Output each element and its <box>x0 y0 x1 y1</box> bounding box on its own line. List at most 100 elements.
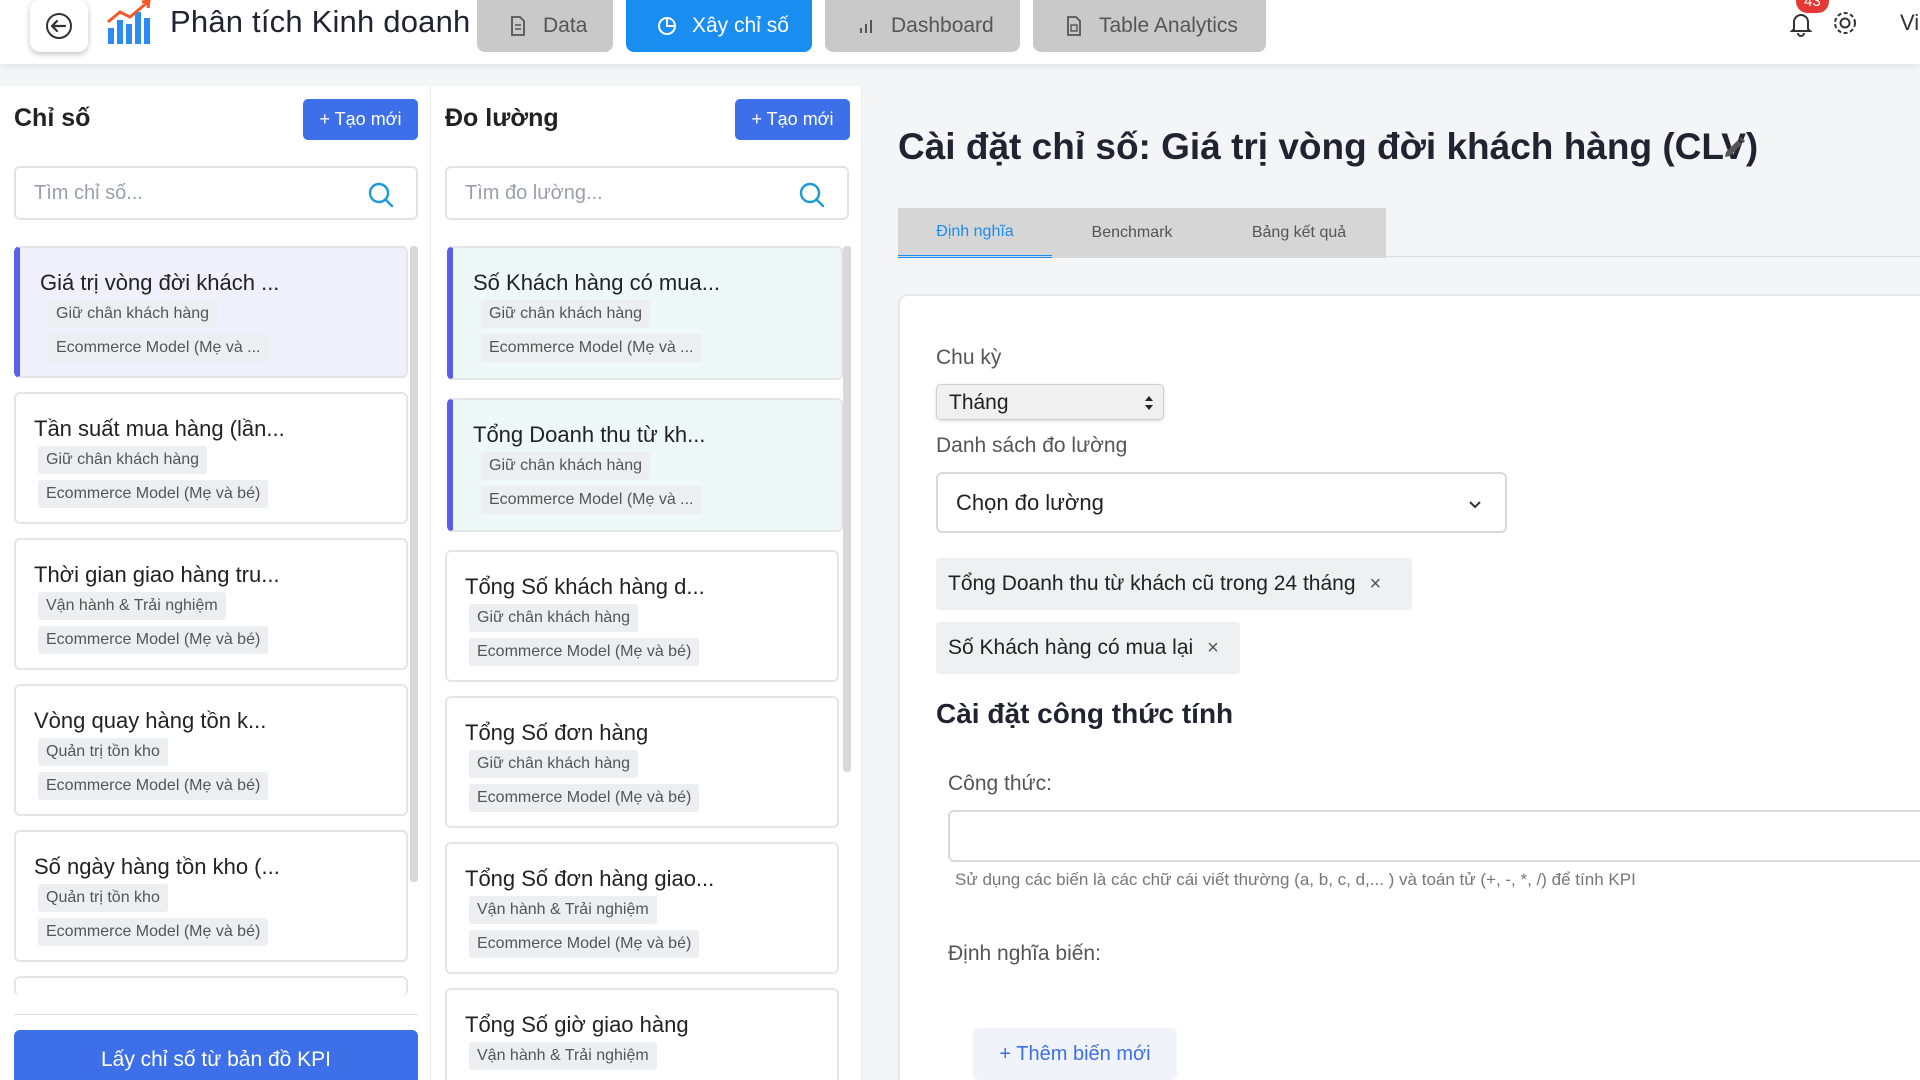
formula-input[interactable] <box>948 810 1920 862</box>
page-title: Cài đặt chỉ số: Giá trị vòng đời khách h… <box>898 126 1759 167</box>
bar-chart-icon <box>860 20 872 33</box>
top-bar: Phân tích Kinh doanh Data Xây chỉ số Das… <box>0 0 1920 64</box>
tab-results-table[interactable]: Bảng kết quả <box>1212 208 1386 258</box>
metric-card[interactable]: Số ngày hàng tồn kho (... Quản trị tồn k… <box>14 830 408 962</box>
measure-card-title: Tổng Doanh thu từ kh... <box>473 422 706 447</box>
app-title: Phân tích Kinh doanh <box>170 4 471 39</box>
chip-label: Tổng Doanh thu từ khách cũ trong 24 thán… <box>948 572 1356 595</box>
measure-card[interactable]: Tổng Số giờ giao hàng Vận hành & Trải ng… <box>445 988 839 1080</box>
metric-card-partial[interactable] <box>14 976 408 996</box>
metric-card[interactable]: Vòng quay hàng tồn k... Quản trị tồn kho… <box>14 684 408 816</box>
measure-card-category: Giữ chân khách hàng <box>469 750 639 778</box>
tab-build-metric[interactable]: Xây chỉ số <box>626 0 812 52</box>
measures-column: Đo lường + Tạo mới Tìm đo lường... Số Kh… <box>430 86 862 1080</box>
tab-definition[interactable]: Định nghĩa <box>898 208 1052 258</box>
formula-label: Công thức: <box>948 772 1052 795</box>
tab-dashboard-label: Dashboard <box>891 14 994 37</box>
gear-icon[interactable] <box>1830 8 1860 38</box>
back-arrow-icon <box>46 13 72 39</box>
analytics-logo-icon <box>107 0 151 44</box>
measure-card-category: Vận hành & Trải nghiệm <box>469 896 657 924</box>
cycle-select-value: Tháng <box>949 391 1009 414</box>
measure-card-model: Ecommerce Model (Mẹ và bé) <box>469 930 700 958</box>
get-from-kpi-map-button[interactable]: Lấy chỉ số từ bản đồ KPI <box>14 1030 418 1080</box>
tabs-divider <box>898 256 1920 257</box>
metric-card-title: Số ngày hàng tồn kho (... <box>34 854 280 879</box>
search-icon[interactable] <box>366 180 396 210</box>
measure-select-placeholder: Chọn đo lường <box>956 490 1104 515</box>
metrics-column: Chỉ số + Tạo mới Tìm chỉ số... Giá trị v… <box>0 86 430 1080</box>
cycle-select[interactable]: Tháng <box>936 384 1164 420</box>
metric-card-title: Giá trị vòng đời khách ... <box>40 270 280 295</box>
measure-card-title: Tổng Số đơn hàng giao... <box>465 866 715 891</box>
measure-card-model: Ecommerce Model (Mẹ và ... <box>481 334 702 362</box>
metric-card-model: Ecommerce Model (Mẹ và bé) <box>38 772 269 800</box>
variables-label: Định nghĩa biến: <box>948 942 1101 965</box>
measure-card-category: Giữ chân khách hàng <box>481 300 651 328</box>
metrics-title: Chỉ số <box>14 104 91 132</box>
tab-data-label: Data <box>543 14 588 37</box>
divider <box>14 1014 418 1015</box>
measure-card-category: Giữ chân khách hàng <box>469 604 639 632</box>
measure-card-title: Tổng Số khách hàng d... <box>465 574 705 599</box>
metric-card[interactable]: Tần suất mua hàng (lần... Giữ chân khách… <box>14 392 408 524</box>
chip-label: Số Khách hàng có mua lại <box>948 636 1194 659</box>
spreadsheet-icon <box>1067 16 1081 36</box>
metric-card-category: Giữ chân khách hàng <box>38 446 208 474</box>
measure-list-label: Danh sách đo lường <box>936 434 1128 457</box>
metric-search-placeholder: Tìm chỉ số... <box>34 182 143 204</box>
tab-table-analytics[interactable]: Table Analytics <box>1033 0 1266 52</box>
measure-search-input[interactable]: Tìm đo lường... <box>445 166 849 220</box>
metric-card-category: Vận hành & Trải nghiệm <box>38 592 226 620</box>
measures-scrollbar[interactable] <box>843 246 851 772</box>
pie-chart-icon <box>658 17 676 35</box>
measure-card-model: Ecommerce Model (Mẹ và bé) <box>469 784 700 812</box>
metric-card-category: Quản trị tồn kho <box>38 738 168 766</box>
measure-select-dropdown[interactable]: Chọn đo lường <box>936 472 1507 533</box>
measure-card-category: Vận hành & Trải nghiệm <box>469 1042 657 1070</box>
metric-card-title: Tần suất mua hàng (lần... <box>34 416 285 441</box>
metric-card-selected[interactable]: Giá trị vòng đời khách ... Giữ chân khác… <box>14 246 408 378</box>
measure-card-title: Tổng Số giờ giao hàng <box>465 1012 689 1037</box>
metric-card-title: Vòng quay hàng tồn k... <box>34 708 267 733</box>
add-variable-button[interactable]: + Thêm biến mới <box>973 1028 1177 1080</box>
new-measure-button[interactable]: + Tạo mới <box>735 99 850 140</box>
metric-card[interactable]: Thời gian giao hàng tru... Vận hành & Tr… <box>14 538 408 670</box>
notification-badge: 43 <box>1796 0 1829 13</box>
measure-card[interactable]: Tổng Số đơn hàng giao... Vận hành & Trải… <box>445 842 839 974</box>
edit-pencil-icon[interactable] <box>1720 134 1748 162</box>
tab-dashboard[interactable]: Dashboard <box>825 0 1020 52</box>
tab-build-metric-label: Xây chỉ số <box>692 14 789 37</box>
chevron-down-icon <box>1469 501 1481 509</box>
metric-card-model: Ecommerce Model (Mẹ và bé) <box>38 918 269 946</box>
tab-table-analytics-label: Table Analytics <box>1099 14 1238 37</box>
user-name[interactable]: Vi <box>1900 10 1919 36</box>
measure-card-selected[interactable]: Số Khách hàng có mua... Giữ chân khách h… <box>447 246 843 380</box>
close-icon[interactable]: × <box>1370 573 1382 596</box>
measure-search-placeholder: Tìm đo lường... <box>465 182 603 204</box>
measure-card-model: Ecommerce Model (Mẹ và ... <box>481 486 702 514</box>
metric-card-model: Ecommerce Model (Mẹ và ... <box>48 334 269 362</box>
measure-card-title: Tổng Số đơn hàng <box>465 720 649 745</box>
measures-title: Đo lường <box>445 104 559 132</box>
document-icon <box>511 16 525 36</box>
selected-measure-chip: Số Khách hàng có mua lại × <box>936 622 1240 674</box>
tab-benchmark[interactable]: Benchmark <box>1052 208 1212 258</box>
new-metric-button[interactable]: + Tạo mới <box>303 99 418 140</box>
measure-card[interactable]: Tổng Số khách hàng d... Giữ chân khách h… <box>445 550 839 682</box>
search-icon[interactable] <box>797 180 827 210</box>
measure-card-category: Giữ chân khách hàng <box>481 452 651 480</box>
measure-card-selected[interactable]: Tổng Doanh thu từ kh... Giữ chân khách h… <box>447 398 843 532</box>
metric-search-input[interactable]: Tìm chỉ số... <box>14 166 418 220</box>
metrics-scrollbar[interactable] <box>410 246 418 882</box>
measure-card[interactable]: Tổng Số đơn hàng Giữ chân khách hàng Eco… <box>445 696 839 828</box>
metric-card-category: Quản trị tồn kho <box>38 884 168 912</box>
formula-hint: Sử dụng các biến là các chữ cái viết thư… <box>955 870 1636 889</box>
measure-card-model: Ecommerce Model (Mẹ và bé) <box>469 638 700 666</box>
selected-measure-chip: Tổng Doanh thu từ khách cũ trong 24 thán… <box>936 558 1412 610</box>
metric-card-model: Ecommerce Model (Mẹ và bé) <box>38 626 269 654</box>
back-button[interactable] <box>30 0 88 52</box>
tab-data[interactable]: Data <box>477 0 613 52</box>
close-icon[interactable]: × <box>1207 637 1219 660</box>
cycle-label: Chu kỳ <box>936 346 1002 369</box>
